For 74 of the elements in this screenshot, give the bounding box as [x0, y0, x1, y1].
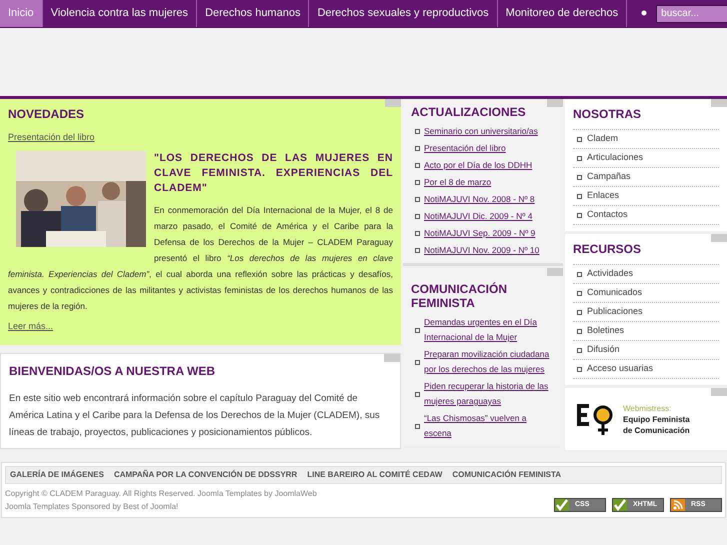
footer-link[interactable]: CAMPAÑA POR LA CONVENCIÓN DE DDSSYRR — [114, 469, 298, 481]
nav-tab[interactable]: Violencia contra las mujeres — [42, 0, 198, 27]
article-link[interactable]: Demandas urgentes en el Día Internacional de la Mujer — [424, 315, 555, 345]
bullet-icon — [415, 129, 420, 134]
bullet-icon — [415, 146, 420, 151]
nav-tab[interactable]: Derechos sexuales y reproductivos — [309, 0, 498, 27]
bullet-icon — [415, 392, 420, 396]
logo-icon — [577, 402, 615, 436]
bullet-icon — [415, 214, 420, 219]
article-link[interactable]: NotiMAJUVI Sep. 2009 - Nº 9 — [424, 226, 536, 241]
bullet-icon — [415, 248, 420, 253]
article-link[interactable]: “Las Chismosas” vuelven a escena — [424, 411, 555, 441]
menu-link[interactable]: Comunicados — [587, 286, 642, 300]
bullet-icon — [577, 272, 582, 276]
search-icon — [641, 10, 648, 17]
menu-link[interactable]: Contactos — [587, 208, 628, 222]
bullet-icon — [577, 328, 582, 334]
nav-tab[interactable]: Inicio — [0, 0, 43, 27]
menu-link[interactable]: Acceso usuarias — [587, 362, 654, 376]
article-link[interactable]: Piden recuperar la historia de las mujeres paraguayas — [424, 379, 555, 409]
bullet-icon — [415, 424, 420, 428]
article-link[interactable]: NotiMAJUVI Dic. 2009 - Nº 4 — [424, 209, 532, 224]
menu-link[interactable]: Campañas — [587, 170, 631, 184]
bullet-icon — [577, 212, 582, 218]
article-link[interactable]: Seminario con universitario/as — [424, 124, 538, 139]
article-heading: "LOS DERECHOS DE LAS MUJERES EN CLAVE FEMINISTA. EXPERIENCIAS DEL CLADEM" — [153, 150, 393, 196]
webmistress-label: Webmistress: — [623, 402, 672, 414]
sponsor-text: Joomla Templates Sponsored by Best of Joomla! — [5, 501, 180, 513]
menu-link[interactable]: Actividades — [587, 267, 634, 281]
bullet-icon — [415, 360, 420, 364]
section-title: NOVEDADES — [8, 106, 86, 123]
section-title: ACTUALIZACIONES — [411, 105, 527, 119]
bullet-icon — [577, 194, 582, 198]
nav-tab[interactable]: Derechos humanos — [197, 0, 310, 27]
read-more-link[interactable]: Leer más... — [8, 320, 54, 333]
team-name: Equipo Feminista — [623, 414, 690, 424]
article-link[interactable]: Preparan movilización ciudadana por los derechos de las mujeres — [424, 347, 555, 377]
article-link[interactable]: Presentación del libro — [8, 131, 95, 144]
team-name: de Comunicación — [623, 424, 690, 436]
bullet-icon — [577, 366, 582, 372]
bullet-icon — [415, 328, 420, 332]
bullet-icon — [577, 290, 582, 296]
article-link[interactable]: NotiMAJUVI Nov. 2008 - Nº 8 — [424, 192, 535, 207]
bullet-icon — [415, 197, 420, 202]
nav-tab[interactable]: Monitoreo de derechos — [498, 0, 628, 27]
section-title: RECURSOS — [573, 241, 642, 258]
bullet-icon — [577, 156, 582, 160]
bullet-icon — [415, 163, 420, 168]
menu-link[interactable]: Boletines — [587, 324, 624, 338]
bullet-icon — [577, 310, 582, 314]
bullet-icon — [577, 174, 582, 180]
section-title: NOSOTRAS — [573, 106, 642, 123]
article-text: En conmemoración del Día Internacional de la Mujer, el 8 de marzo pasado, el Comité de América y el Caribe para la Defensa de los Derechos de la Mujer – CLADEM Paraguay presentó el libro “Los derechos de las mujeres en clave feminista. Experiencias del Cladem”, el cual aborda una reflexión sobre las prácticas y desafíos, avances y contradicciones de las militantes y activistas feministas de los derechos humanos de las mujeres de la región. — [8, 204, 393, 313]
bullet-icon — [415, 180, 420, 185]
footer-link[interactable]: GALERÍA DE IMÁGENES — [10, 469, 104, 481]
bullet-icon — [577, 348, 582, 352]
bullet-icon — [415, 231, 420, 236]
article-link[interactable]: NotiMAJUVI Nov. 2009 - Nº 10 — [424, 243, 540, 258]
menu-link[interactable]: Enlaces — [587, 189, 620, 203]
footer-link[interactable]: COMUNICACIÓN FEMINISTA — [452, 469, 562, 481]
article-link[interactable]: Por el 8 de marzo — [424, 175, 492, 190]
footer-link[interactable]: LINE BAREIRO AL COMITÉ CEDAW — [307, 469, 442, 481]
copyright-text: Copyright © CLADEM Paraguay. All Rights Reserved. Joomla Templates by JoomlaWeb — [5, 488, 317, 500]
article-link[interactable]: Acto por el Día de los DDHH — [424, 158, 532, 173]
search-field[interactable]: buscar... — [656, 4, 727, 22]
menu-link[interactable]: Cladem — [587, 132, 618, 146]
menu-link[interactable]: Publicaciones — [587, 305, 643, 319]
bullet-icon — [577, 136, 582, 142]
menu-link[interactable]: Articulaciones — [587, 151, 644, 165]
section-title: BIENVENIDAS/OS A NUESTRA WEB — [9, 363, 216, 380]
welcome-text: En este sitio web encontrará información sobre el capítulo Paraguay del Comité de América Latina y el Caribe para la Defensa de los Derechos de la Mujer (CLADEM), sus líneas de trabajo, proyectos, publicaciones y posicionamientos públicos. — [9, 392, 381, 440]
section-title: COMUNICACIÓN FEMINISTA — [411, 282, 508, 310]
article-link[interactable]: Presentación del libro — [424, 141, 506, 156]
menu-link[interactable]: Difusión — [587, 343, 620, 357]
